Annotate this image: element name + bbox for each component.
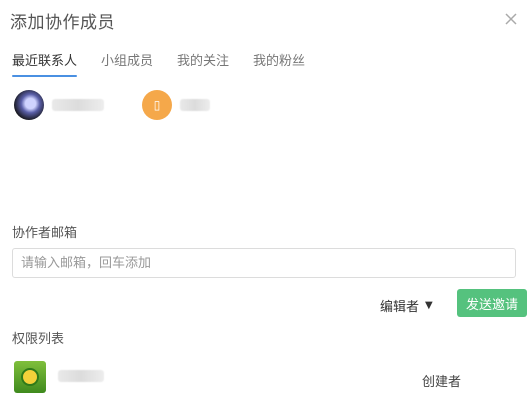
member-name — [58, 370, 104, 382]
avatar: ▯ — [142, 90, 172, 120]
caret-down-icon: ▼ — [425, 300, 433, 311]
close-icon[interactable] — [504, 12, 518, 26]
contact-name — [180, 99, 210, 111]
tab-my-fans[interactable]: 我的粉丝 — [253, 50, 305, 77]
add-collaborator-dialog: 添加协作成员 最近联系人 小组成员 我的关注 我的粉丝 ▯ 协作者邮箱 编辑者 … — [0, 0, 528, 405]
contact-item[interactable] — [14, 90, 104, 120]
contact-item[interactable]: ▯ — [142, 90, 210, 120]
member-role: 创建者 — [422, 375, 462, 390]
email-label: 协作者邮箱 — [12, 226, 78, 241]
tab-bar: 最近联系人 小组成员 我的关注 我的粉丝 — [12, 50, 305, 77]
email-input[interactable] — [12, 248, 516, 278]
role-dropdown[interactable]: 编辑者 ▼ — [380, 296, 433, 315]
contact-name — [52, 99, 104, 111]
tab-recent-contacts[interactable]: 最近联系人 — [12, 50, 78, 77]
avatar-placeholder-icon: ▯ — [153, 98, 161, 112]
permissions-label: 权限列表 — [12, 332, 65, 347]
send-invite-button[interactable]: 发送邀请 — [457, 289, 527, 317]
avatar — [14, 90, 44, 120]
dialog-title: 添加协作成员 — [10, 13, 115, 33]
tab-my-following[interactable]: 我的关注 — [177, 50, 229, 77]
avatar — [14, 361, 46, 393]
recent-contacts-list: ▯ — [14, 90, 210, 120]
role-selected-value: 编辑者 — [380, 300, 420, 315]
tab-group-members[interactable]: 小组成员 — [101, 50, 153, 77]
permission-row: 创建者 — [14, 361, 514, 393]
